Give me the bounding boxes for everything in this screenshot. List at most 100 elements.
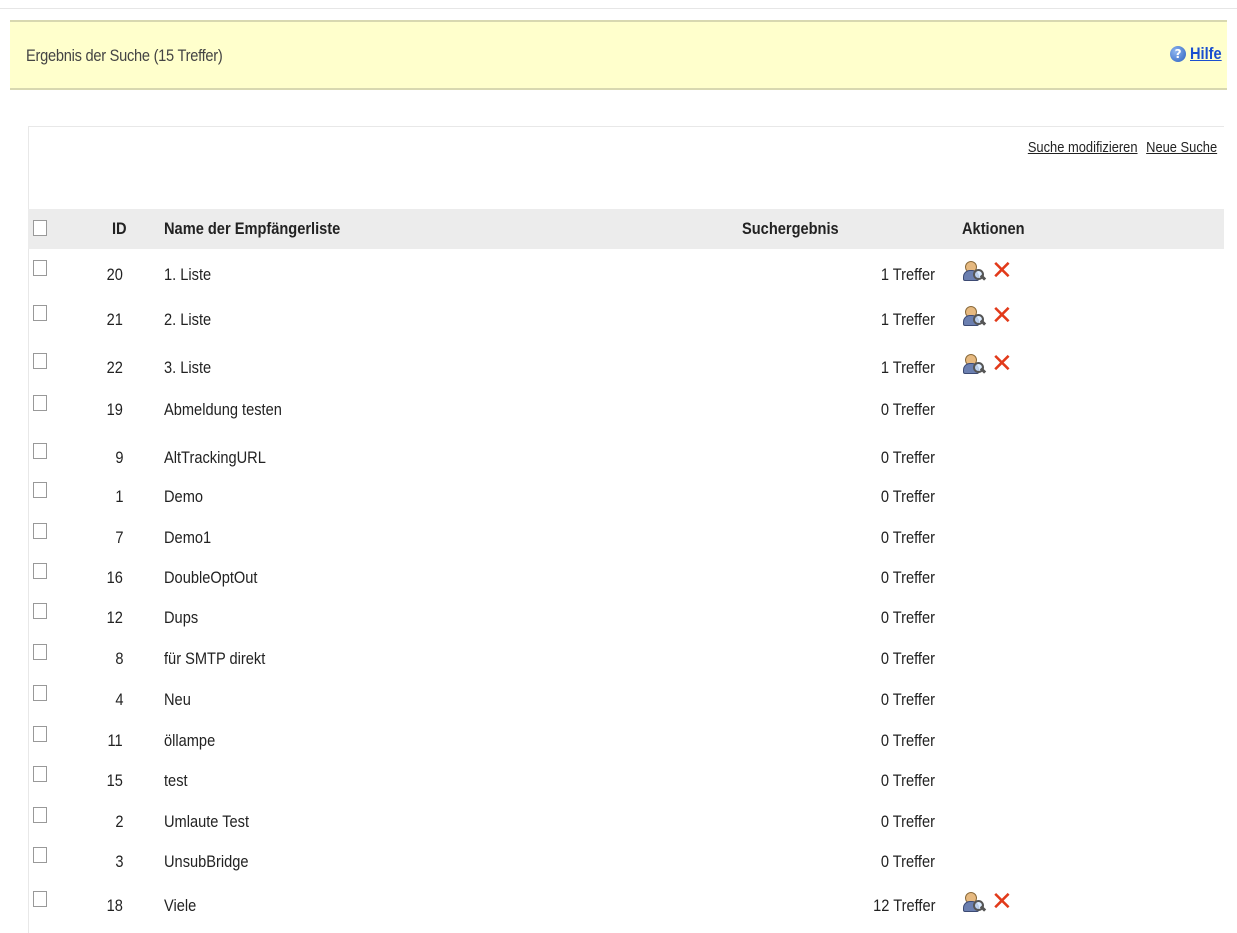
row-checkbox[interactable] [33,603,47,619]
new-search-link[interactable]: Neue Suche [1146,139,1217,156]
row-checkbox[interactable] [33,563,47,579]
row-list-name: öllampe [164,731,216,750]
row-search-result: 0 Treffer [880,690,935,709]
row-list-name: Neu [164,690,191,709]
row-id: 8 [114,649,123,668]
row-checkbox[interactable] [33,443,47,459]
row-checkbox[interactable] [33,891,47,907]
row-checkbox[interactable] [33,644,47,660]
row-checkbox[interactable] [33,726,47,742]
user-search-icon[interactable] [963,892,987,912]
table-row: 1 Demo 0 Treffer [0,480,1237,516]
row-id: 19 [106,400,123,419]
row-search-result: 0 Treffer [880,649,935,668]
row-search-result: 0 Treffer [880,852,935,871]
help[interactable]: ? Hilfe [1170,44,1227,64]
search-links: Suche modifizieren Neue Suche [1028,139,1217,156]
row-search-result: 1 Treffer [880,358,935,377]
table-row: 4 Neu 0 Treffer [0,683,1237,719]
row-search-result: 0 Treffer [880,487,935,506]
row-checkbox[interactable] [33,766,47,782]
row-search-result: 0 Treffer [880,731,935,750]
row-list-name: AltTrackingURL [164,448,266,467]
top-rule [0,0,1237,9]
row-id: 21 [106,310,123,329]
row-id: 20 [106,265,123,284]
column-header-actions: Aktionen [962,219,1025,238]
row-actions: ✕ [963,351,1013,377]
table-row: 20 1. Liste 1 Treffer ✕ [0,258,1237,294]
row-search-result: 0 Treffer [880,812,935,831]
row-id: 22 [106,358,123,377]
row-checkbox[interactable] [33,807,47,823]
delete-x-icon[interactable]: ✕ [991,303,1013,329]
row-id: 11 [107,731,123,750]
row-list-name: DoubleOptOut [164,568,258,587]
result-header: Ergebnis der Suche (15 Treffer) ? Hilfe [10,20,1227,90]
table-header: ID Name der Empfängerliste Suchergebnis … [28,209,1224,249]
row-actions: ✕ [963,889,1013,915]
table-row: 12 Dups 0 Treffer [0,601,1237,637]
row-search-result: 0 Treffer [880,400,935,419]
row-id: 1 [114,487,123,506]
row-id: 15 [106,771,123,790]
page-title: Ergebnis der Suche (15 Treffer) [26,46,223,65]
row-id: 12 [106,608,123,627]
table-row: 15 test 0 Treffer [0,764,1237,800]
table-row: 19 Abmeldung testen 0 Treffer [0,393,1237,429]
user-search-icon[interactable] [963,306,987,326]
row-list-name: Demo1 [164,528,212,547]
column-header-result[interactable]: Suchergebnis [742,219,839,239]
column-header-name[interactable]: Name der Empfängerliste [164,219,340,239]
select-all-checkbox[interactable] [33,220,47,236]
row-checkbox[interactable] [33,847,47,863]
table-row: 9 AltTrackingURL 0 Treffer [0,441,1237,477]
row-checkbox[interactable] [33,395,47,411]
row-list-name: Abmeldung testen [164,400,282,419]
row-list-name: Umlaute Test [164,812,250,831]
table-row: 7 Demo1 0 Treffer [0,521,1237,557]
help-icon[interactable]: ? [1170,46,1187,62]
table-row: 11 öllampe 0 Treffer [0,724,1237,760]
row-search-result: 12 Treffer [872,896,935,915]
row-list-name: test [164,771,188,790]
row-id: 3 [114,852,123,871]
table-row: 18 Viele 12 Treffer ✕ [0,889,1237,925]
row-checkbox[interactable] [33,353,47,369]
delete-x-icon[interactable]: ✕ [991,889,1013,915]
help-link[interactable]: Hilfe [1190,44,1222,64]
row-checkbox[interactable] [33,260,47,276]
row-actions: ✕ [963,303,1013,329]
page: Ergebnis der Suche (15 Treffer) ? Hilfe … [0,0,1237,933]
user-search-icon[interactable] [963,354,987,374]
delete-x-icon[interactable]: ✕ [991,351,1013,377]
row-id: 2 [114,812,123,831]
row-list-name: UnsubBridge [164,852,249,871]
row-search-result: 0 Treffer [880,528,935,547]
row-search-result: 0 Treffer [880,568,935,587]
row-checkbox[interactable] [33,523,47,539]
modify-search-link[interactable]: Suche modifizieren [1028,139,1138,156]
user-search-icon[interactable] [963,261,987,281]
row-checkbox[interactable] [33,685,47,701]
row-search-result: 0 Treffer [880,771,935,790]
row-search-result: 0 Treffer [880,608,935,627]
row-search-result: 1 Treffer [880,310,935,329]
row-list-name: 2. Liste [164,310,212,329]
row-id: 18 [106,896,123,915]
column-header-id[interactable]: ID [112,219,127,239]
table-row: 8 für SMTP direkt 0 Treffer [0,642,1237,678]
row-id: 9 [114,448,123,467]
table-row: 3 UnsubBridge 0 Treffer [0,845,1237,881]
delete-x-icon[interactable]: ✕ [991,258,1013,284]
row-id: 4 [114,690,123,709]
table-row: 2 Umlaute Test 0 Treffer [0,805,1237,841]
row-checkbox[interactable] [33,482,47,498]
row-id: 7 [114,528,123,547]
row-list-name: 3. Liste [164,358,212,377]
row-list-name: Viele [164,896,197,915]
table-row: 16 DoubleOptOut 0 Treffer [0,561,1237,597]
row-checkbox[interactable] [33,305,47,321]
row-search-result: 1 Treffer [880,265,935,284]
row-actions: ✕ [963,258,1013,284]
